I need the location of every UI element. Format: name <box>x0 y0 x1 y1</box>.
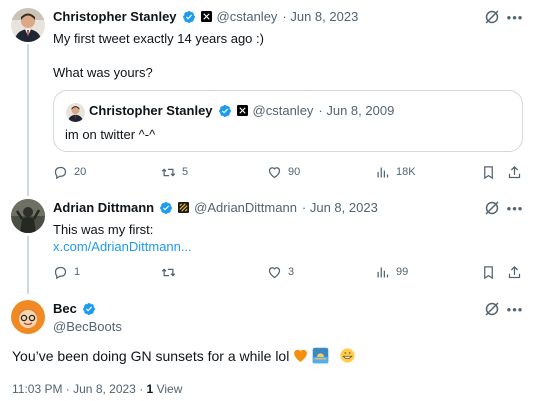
tweet-text-line: What was yours? <box>53 65 153 80</box>
quote-author-name: Christopher Stanley <box>89 103 213 118</box>
x-logo-icon <box>200 11 212 22</box>
more-icon[interactable]: ••• <box>507 200 523 216</box>
reply-icon <box>54 166 67 179</box>
quote-header: Christopher Stanley @cstanley · Jun 8, 2… <box>89 103 394 118</box>
tweet-header: Bec <box>53 301 96 316</box>
author-name[interactable]: Bec <box>53 301 77 316</box>
tweet-timestamp[interactable]: 11:03 PM · Jun 8, 2023 · <box>12 382 143 396</box>
more-icon[interactable]: ••• <box>507 9 523 25</box>
avatar[interactable] <box>11 199 45 233</box>
grinning-face-icon <box>340 348 355 363</box>
repost-icon <box>161 267 176 277</box>
views-label: View <box>156 382 183 396</box>
verified-icon <box>182 10 195 23</box>
repost-button[interactable]: 5 <box>161 163 188 181</box>
verified-icon <box>218 104 231 117</box>
repost-button[interactable] <box>161 263 182 281</box>
avatar[interactable] <box>11 8 45 42</box>
bookmark-button[interactable] <box>481 163 496 181</box>
repost-count: 5 <box>182 166 189 178</box>
repost-icon <box>161 167 176 177</box>
tweet-actions: 20 5 90 18K <box>53 163 523 181</box>
tweet-date[interactable]: · Jun 8, 2023 <box>282 9 358 24</box>
tweet-header: Adrian Dittmann @AdrianDittmann · Jun 8,… <box>53 200 378 215</box>
grok-icon[interactable] <box>484 9 500 25</box>
tweet-actions: 1 3 99 <box>53 263 523 281</box>
bookmark-icon <box>484 165 493 179</box>
views-button[interactable]: 18K <box>375 163 416 181</box>
quote-author-handle: @cstanley <box>252 103 314 118</box>
quote-text: im on twitter ^-^ <box>65 127 156 142</box>
tweet-header: Christopher Stanley @cstanley · Jun 8, 2… <box>53 9 358 24</box>
avatar <box>66 103 85 122</box>
author-handle[interactable]: @BecBoots <box>53 318 122 335</box>
tweet-text-line: This was my first: <box>53 222 154 237</box>
share-button[interactable] <box>507 263 522 281</box>
like-count: 3 <box>288 266 295 278</box>
reply-count: 1 <box>74 266 81 278</box>
views-icon <box>377 167 389 177</box>
thread-line <box>27 236 29 294</box>
like-count: 90 <box>288 166 301 178</box>
x-logo-icon <box>236 105 248 116</box>
thread-line <box>27 44 29 196</box>
share-icon <box>508 165 521 178</box>
sunset-icon <box>313 347 329 364</box>
tweet-link[interactable]: x.com/AdrianDittmann... <box>53 238 192 255</box>
share-icon <box>508 265 521 278</box>
tweet-text-line: My first tweet exactly 14 years ago :) <box>53 31 264 46</box>
like-icon <box>268 166 281 178</box>
views-count: 18K <box>396 166 416 178</box>
author-name[interactable]: Adrian Dittmann <box>53 200 154 215</box>
reply-button[interactable]: 1 <box>53 263 80 281</box>
grok-icon[interactable] <box>484 200 500 216</box>
author-name[interactable]: Christopher Stanley <box>53 9 177 24</box>
more-icon[interactable]: ••• <box>507 301 523 317</box>
grok-icon[interactable] <box>484 301 500 317</box>
main-tweet-text: You’ve been doing GN sunsets for a while… <box>12 347 356 364</box>
main-tweet-body: You’ve been doing GN sunsets for a while… <box>12 347 290 364</box>
verified-icon <box>160 201 173 214</box>
bookmark-icon <box>484 265 493 279</box>
bookmark-button[interactable] <box>481 263 496 281</box>
tweet-meta: 11:03 PM · Jun 8, 2023 · 1 View <box>12 382 182 396</box>
quoted-tweet[interactable]: Christopher Stanley @cstanley · Jun 8, 2… <box>53 90 523 152</box>
views-icon <box>377 267 389 277</box>
author-handle[interactable]: @AdrianDittmann <box>194 200 297 215</box>
like-button[interactable]: 90 <box>267 163 300 181</box>
quote-date: · Jun 8, 2009 <box>318 103 395 118</box>
share-button[interactable] <box>507 163 522 181</box>
affiliate-badge-icon <box>178 202 190 213</box>
avatar[interactable] <box>11 300 45 334</box>
reply-icon <box>54 266 67 279</box>
like-icon <box>268 266 281 278</box>
reply-button[interactable]: 20 <box>53 163 86 181</box>
reply-count: 20 <box>74 166 87 178</box>
author-handle[interactable]: @cstanley <box>217 9 278 24</box>
views-button[interactable]: 99 <box>375 263 408 281</box>
views-count: 1 <box>146 382 154 396</box>
orange-heart-icon <box>294 349 308 362</box>
verified-icon <box>82 302 95 315</box>
like-button[interactable]: 3 <box>267 263 294 281</box>
views-count: 99 <box>396 266 409 278</box>
tweet-date[interactable]: · Jun 8, 2023 <box>302 200 378 215</box>
